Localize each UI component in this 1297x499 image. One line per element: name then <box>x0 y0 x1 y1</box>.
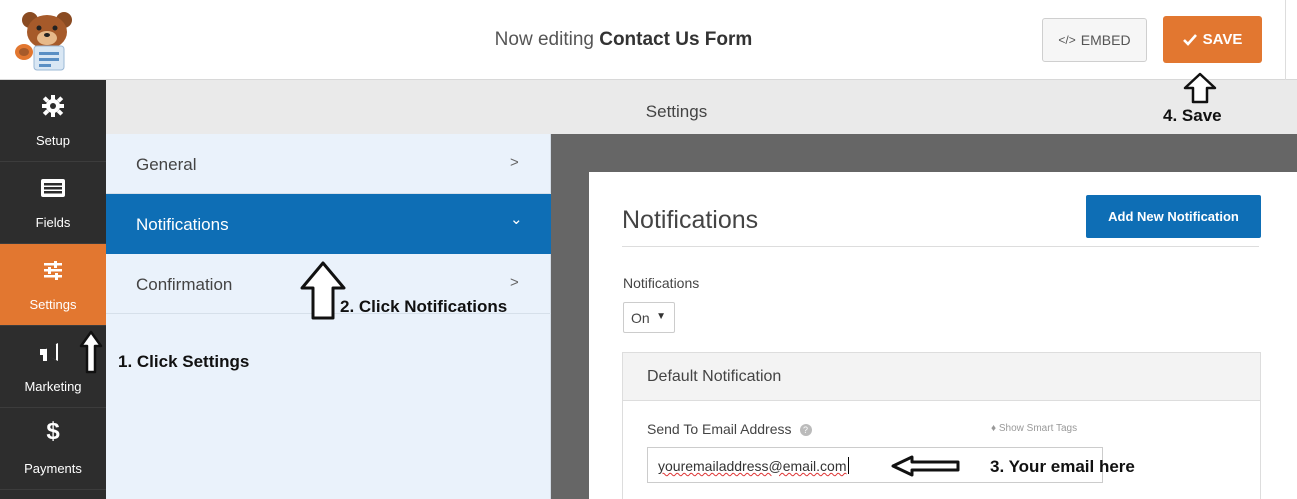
gear-icon <box>0 94 106 122</box>
text-cursor <box>847 457 849 474</box>
up-arrow-annotation-settings <box>79 330 103 374</box>
smart-tags-label: Show Smart Tags <box>998 423 1078 434</box>
embed-label: EMBED <box>1080 32 1131 48</box>
annotation-step-2: 2. Click Notifications <box>340 297 508 316</box>
tag-icon: ♦ <box>991 423 997 434</box>
save-label: SAVE <box>1202 31 1243 48</box>
dollar-icon: $ <box>46 418 60 445</box>
email-value: youremailaddress@email.com <box>658 458 847 474</box>
left-arrow-annotation-email <box>891 455 960 477</box>
sidebar-label-marketing: Marketing <box>24 379 82 394</box>
settings-header: Settings <box>106 80 1297 134</box>
send-to-label: Send To Email Address? <box>647 421 812 437</box>
notifications-select[interactable]: On ▼ <box>623 302 675 333</box>
topbar-divider <box>1285 0 1286 80</box>
sidebar-item-payments[interactable]: $ Payments <box>0 408 106 490</box>
annotation-step-1: 1. Click Settings <box>118 352 250 371</box>
chevron-right-icon: > <box>510 154 519 171</box>
embed-button[interactable]: </> EMBED <box>1042 18 1147 62</box>
caret-down-icon: ▼ <box>656 311 666 322</box>
form-name: Contact Us Form <box>599 29 753 50</box>
submenu-item-general[interactable]: General > <box>106 134 551 194</box>
submenu-item-notifications[interactable]: Notifications ⌄ <box>106 194 551 254</box>
sidebar-label-settings: Settings <box>29 297 77 312</box>
sidebar-label-setup: Setup <box>36 133 70 148</box>
sidebar-item-settings[interactable]: Settings <box>0 244 106 326</box>
panel-title: Notifications <box>622 206 759 234</box>
show-smart-tags-link[interactable]: ♦ Show Smart Tags <box>991 423 1077 434</box>
notifications-panel: Notifications Add New Notification Notif… <box>589 172 1297 499</box>
top-bar: Now editing Contact Us Form </> EMBED SA… <box>0 0 1297 80</box>
chevron-right-icon: > <box>510 274 519 291</box>
sliders-icon <box>0 258 106 286</box>
checkmark-icon <box>1182 33 1197 46</box>
annotation-step-3: 3. Your email here <box>990 457 1135 476</box>
submenu-label-general: General <box>136 155 197 174</box>
save-button[interactable]: SAVE <box>1163 16 1262 63</box>
submenu-label-confirmation: Confirmation <box>136 275 233 294</box>
notifications-toggle-label: Notifications <box>623 275 700 291</box>
sidebar-label-payments: Payments <box>24 461 82 476</box>
sidebar-label-fields: Fields <box>35 215 71 230</box>
settings-title: Settings <box>645 102 708 121</box>
editing-prefix: Now editing <box>494 29 594 50</box>
fields-icon <box>0 176 106 204</box>
sidebar-item-setup[interactable]: Setup <box>0 80 106 162</box>
code-icon: </> <box>1058 33 1076 47</box>
default-notification-header[interactable]: Default Notification <box>623 353 1260 401</box>
annotation-step-4: 4. Save <box>1163 106 1222 125</box>
sidebar-item-fields[interactable]: Fields <box>0 162 106 244</box>
up-arrow-annotation-save <box>1183 72 1217 104</box>
divider <box>622 246 1259 247</box>
send-to-label-text: Send To Email Address <box>647 421 792 437</box>
notifications-select-value: On <box>631 310 650 326</box>
help-icon[interactable]: ? <box>799 424 812 436</box>
chevron-down-icon: ⌄ <box>510 211 523 228</box>
submenu-label-notifications: Notifications <box>136 215 229 234</box>
builder-sidebar: Setup Fields Settings Marketing $ Paymen… <box>0 80 106 499</box>
add-new-notification-button[interactable]: Add New Notification <box>1086 195 1261 238</box>
default-notification-title: Default Notification <box>647 368 782 385</box>
